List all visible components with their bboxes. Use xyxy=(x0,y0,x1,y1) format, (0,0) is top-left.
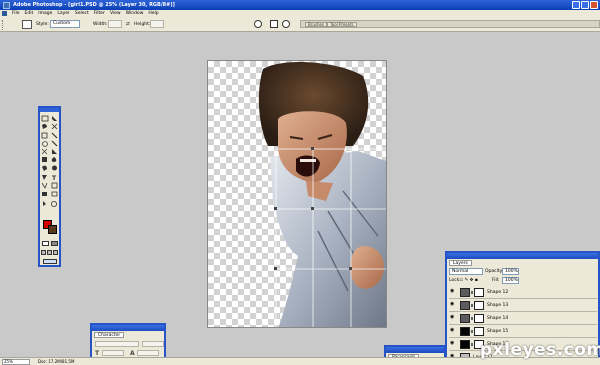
font-family-field[interactable] xyxy=(95,341,139,347)
background-color-swatch[interactable] xyxy=(48,225,57,234)
maximize-button[interactable] xyxy=(581,1,589,9)
layer-thumbnail xyxy=(460,314,470,323)
svg-text:T: T xyxy=(52,175,57,182)
title-bar: Adobe Photoshop - [girl1.PSD @ 25% (Laye… xyxy=(0,0,600,10)
screen-mode-3-icon[interactable] xyxy=(53,250,58,255)
character-tab[interactable]: Character xyxy=(94,332,125,338)
width-label: Width: xyxy=(93,22,108,27)
layer-row[interactable]: ◉ Shape 12 xyxy=(449,286,597,299)
photo-layer xyxy=(258,61,386,327)
menu-help[interactable]: Help xyxy=(148,11,158,16)
menu-layer[interactable]: Layer xyxy=(57,11,70,16)
menu-edit[interactable]: Edit xyxy=(25,11,34,16)
font-style-field[interactable] xyxy=(142,341,164,347)
visibility-eye-icon[interactable]: ◉ xyxy=(450,341,456,346)
paragraph-panel-titlebar[interactable] xyxy=(386,347,444,353)
layers-tab[interactable]: Layers xyxy=(449,260,472,266)
commit-icon[interactable] xyxy=(270,20,278,28)
marquee-tool-icon[interactable] xyxy=(22,20,32,29)
cancel-transform-icon[interactable] xyxy=(254,20,262,28)
teeth-shape xyxy=(300,159,316,162)
opacity-label: Opacity: xyxy=(485,269,504,274)
chain-link-icon[interactable] xyxy=(471,330,473,333)
style-dropdown[interactable]: Custom xyxy=(50,20,80,28)
visibility-eye-icon[interactable]: ◉ xyxy=(450,302,456,307)
photoshop-icon xyxy=(3,1,10,9)
chain-link-icon[interactable] xyxy=(471,291,473,294)
fill-field[interactable]: 100% xyxy=(502,277,519,284)
close-button[interactable] xyxy=(590,1,598,9)
screen-mode-2-icon[interactable] xyxy=(47,250,52,255)
layer-name: Shape 14 xyxy=(487,316,509,321)
layer-name: Shape 13 xyxy=(487,303,509,308)
chain-link-icon[interactable] xyxy=(471,343,473,346)
character-panel-titlebar[interactable] xyxy=(92,325,164,331)
layer-mask-thumbnail xyxy=(474,288,484,297)
blend-mode-dropdown[interactable]: Normal xyxy=(449,268,483,275)
zoom-field[interactable]: 25% xyxy=(2,359,30,365)
visibility-eye-icon[interactable]: ◉ xyxy=(450,289,456,294)
layer-thumbnail xyxy=(460,327,470,336)
height-label: Height: xyxy=(134,22,151,27)
toolbox-titlebar[interactable] xyxy=(40,108,59,112)
swap-icon[interactable]: ⇄ xyxy=(126,22,130,27)
height-field[interactable] xyxy=(150,20,164,28)
layer-mask-thumbnail xyxy=(474,327,484,336)
leading-icon: A xyxy=(130,350,135,357)
fill-label: Fill: xyxy=(492,278,500,283)
standard-mode-icon[interactable] xyxy=(42,241,49,246)
toolbox: T xyxy=(38,106,61,267)
layer-name: Shape 12 xyxy=(487,290,509,295)
visibility-eye-icon[interactable]: ◉ xyxy=(450,315,456,320)
layer-mask-thumbnail xyxy=(474,301,484,310)
window-title: Adobe Photoshop - [girl1.PSD @ 25% (Laye… xyxy=(13,2,175,8)
layers-panel-titlebar[interactable] xyxy=(447,253,598,259)
options-grip[interactable] xyxy=(2,20,5,30)
menu-view[interactable]: View xyxy=(110,11,121,16)
layer-thumbnail xyxy=(460,288,470,297)
window-controls xyxy=(572,1,598,9)
lock-icons[interactable]: ▫ ✎ ✥ ▪ xyxy=(460,278,478,283)
screen-mode-1-icon[interactable] xyxy=(41,250,46,255)
chain-link-icon[interactable] xyxy=(471,304,473,307)
opacity-field[interactable]: 100% xyxy=(502,268,519,275)
warp-icon[interactable] xyxy=(282,20,290,28)
document-canvas[interactable] xyxy=(207,60,387,328)
minimize-button[interactable] xyxy=(572,1,580,9)
quickmask-mode-icon[interactable] xyxy=(51,241,58,246)
font-size-icon: T xyxy=(95,350,100,357)
tool-presets-tab[interactable]: Tool Presets xyxy=(327,22,357,27)
font-size-field[interactable] xyxy=(102,350,124,356)
menu-bar: File Edit Image Layer Select Filter View… xyxy=(0,10,600,17)
menu-image[interactable]: Image xyxy=(38,11,52,16)
width-field[interactable] xyxy=(108,20,122,28)
shirt-shape xyxy=(270,151,386,327)
layer-name: Shape 15 xyxy=(487,329,509,334)
brushes-tab[interactable]: Brushes xyxy=(305,22,328,27)
watermark: pxleyes.com xyxy=(480,340,600,360)
layer-row[interactable]: ◉ Shape 14 xyxy=(449,312,597,325)
layer-thumbnail xyxy=(460,340,470,349)
menu-select[interactable]: Select xyxy=(75,11,89,16)
layer-mask-thumbnail xyxy=(474,314,484,323)
lock-label: Lock: xyxy=(449,278,461,283)
layer-row[interactable]: ◉ Shape 15 xyxy=(449,325,597,338)
visibility-eye-icon[interactable]: ◉ xyxy=(450,328,456,333)
layer-row[interactable]: ◉ Shape 13 xyxy=(449,299,597,312)
tool-icons[interactable]: T xyxy=(41,115,60,223)
jump-to-imageready-icon[interactable] xyxy=(43,259,57,264)
menu-window[interactable]: Window xyxy=(126,11,144,16)
menu-file[interactable]: File xyxy=(12,11,20,16)
menu-filter[interactable]: Filter xyxy=(94,11,105,16)
leading-field[interactable] xyxy=(137,350,159,356)
app-menu-icon[interactable] xyxy=(2,11,7,16)
style-label: Style: xyxy=(36,22,49,27)
palette-well: Brushes Tool Presets xyxy=(300,20,600,28)
chain-link-icon[interactable] xyxy=(471,317,473,320)
document-size: Doc: 17.2M/81.5M xyxy=(38,359,75,364)
layer-thumbnail xyxy=(460,301,470,310)
